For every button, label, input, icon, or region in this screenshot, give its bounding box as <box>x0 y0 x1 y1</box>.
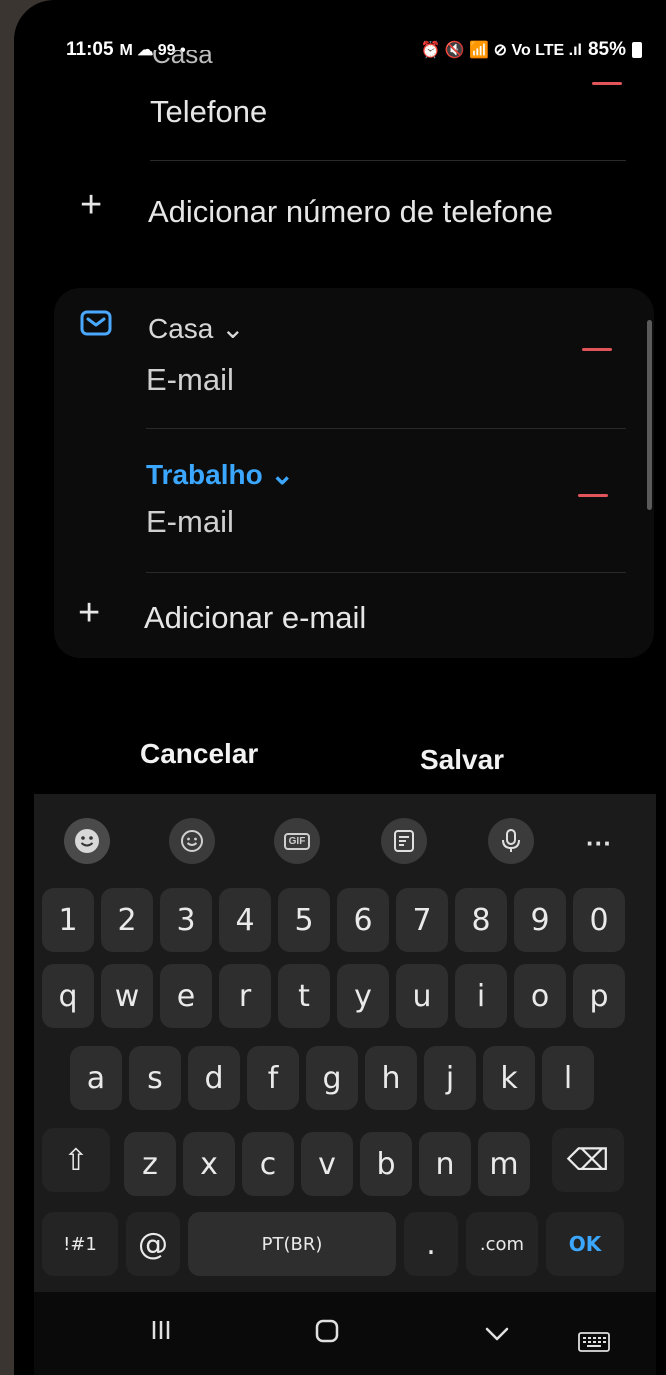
key-3[interactable]: 3 <box>160 888 212 952</box>
battery-icon <box>632 42 642 58</box>
emoji-icon[interactable] <box>64 818 110 864</box>
key-9[interactable]: 9 <box>514 888 566 952</box>
battery-percentage: 85% <box>587 39 626 60</box>
dotcom-key[interactable]: .com <box>466 1212 538 1276</box>
shift-key[interactable]: ⇧ <box>42 1128 110 1192</box>
key-5[interactable]: 5 <box>278 888 330 952</box>
key-y[interactable]: y <box>337 964 389 1028</box>
key-x[interactable]: x <box>183 1132 235 1196</box>
divider <box>146 428 626 429</box>
email-icon <box>80 310 112 341</box>
remove-email-trabalho-button[interactable] <box>578 494 608 497</box>
key-v[interactable]: v <box>301 1132 353 1196</box>
key-7[interactable]: 7 <box>396 888 448 952</box>
key-o[interactable]: o <box>514 964 566 1028</box>
key-8[interactable]: 8 <box>455 888 507 952</box>
phone-screen: 11:05 M ☁ 99 • ⏰ 🔇 📶 ⊘ Vo LTE .ıl 85% Ca… <box>14 0 666 1375</box>
key-u[interactable]: u <box>396 964 448 1028</box>
key-c[interactable]: c <box>242 1132 294 1196</box>
divider <box>150 160 626 161</box>
key-t[interactable]: t <box>278 964 330 1028</box>
key-w[interactable]: w <box>101 964 153 1028</box>
period-key[interactable]: . <box>404 1212 458 1276</box>
at-key[interactable]: @ <box>126 1212 180 1276</box>
system-icons: ⏰ 🔇 📶 ⊘ Vo LTE .ıl <box>420 42 582 59</box>
cancel-button[interactable]: Cancelar <box>140 738 258 770</box>
ok-key[interactable]: OK <box>546 1212 624 1276</box>
home-icon[interactable] <box>312 1316 342 1346</box>
key-1[interactable]: 1 <box>42 888 94 952</box>
key-k[interactable]: k <box>483 1046 535 1110</box>
email-input-trabalho[interactable]: E-mail <box>146 504 234 540</box>
key-h[interactable]: h <box>365 1046 417 1110</box>
sticker-icon[interactable] <box>169 818 215 864</box>
gif-icon[interactable]: GIF <box>274 818 320 864</box>
divider <box>146 572 626 573</box>
remove-email-casa-button[interactable] <box>582 348 612 351</box>
status-time: 11:05 <box>66 39 114 60</box>
save-button[interactable]: Salvar <box>420 744 504 776</box>
symbols-key[interactable]: !#1 <box>42 1212 118 1276</box>
key-a[interactable]: a <box>70 1046 122 1110</box>
key-0[interactable]: 0 <box>573 888 625 952</box>
key-l[interactable]: l <box>542 1046 594 1110</box>
key-n[interactable]: n <box>419 1132 471 1196</box>
add-email-button[interactable]: Adicionar e-mail <box>144 600 366 636</box>
phone-type-label[interactable]: Casa <box>152 50 213 72</box>
key-j[interactable]: j <box>424 1046 476 1110</box>
add-email-plus-icon[interactable]: + <box>78 592 100 635</box>
key-6[interactable]: 6 <box>337 888 389 952</box>
key-q[interactable]: q <box>42 964 94 1028</box>
key-r[interactable]: r <box>219 964 271 1028</box>
key-d[interactable]: d <box>188 1046 240 1110</box>
backspace-key[interactable]: ⌫ <box>552 1128 624 1192</box>
hide-keyboard-icon[interactable] <box>482 1322 512 1346</box>
email-type-dropdown-trabalho[interactable]: Trabalho ⌄ <box>146 458 294 491</box>
email-type-dropdown-casa[interactable]: Casa ⌄ <box>148 312 245 345</box>
key-s[interactable]: s <box>129 1046 181 1110</box>
more-options-button[interactable]: ··· <box>586 828 612 859</box>
key-z[interactable]: z <box>124 1132 176 1196</box>
key-b[interactable]: b <box>360 1132 412 1196</box>
clipboard-icon[interactable] <box>381 818 427 864</box>
keyboard-switch-icon[interactable] <box>576 1330 612 1354</box>
remove-phone-button[interactable] <box>592 82 622 85</box>
navigation-bar <box>34 1292 656 1375</box>
phone-input[interactable]: Telefone <box>150 94 267 130</box>
key-m[interactable]: m <box>478 1132 530 1196</box>
space-key[interactable]: PT(BR) <box>188 1212 396 1276</box>
recent-apps-icon[interactable] <box>146 1316 176 1344</box>
add-phone-button[interactable]: Adicionar número de telefone <box>148 194 553 230</box>
scrollbar[interactable] <box>647 320 652 510</box>
key-f[interactable]: f <box>247 1046 299 1110</box>
key-4[interactable]: 4 <box>219 888 271 952</box>
key-i[interactable]: i <box>455 964 507 1028</box>
key-e[interactable]: e <box>160 964 212 1028</box>
add-phone-plus-icon[interactable]: + <box>80 184 102 227</box>
key-g[interactable]: g <box>306 1046 358 1110</box>
key-p[interactable]: p <box>573 964 625 1028</box>
key-2[interactable]: 2 <box>101 888 153 952</box>
keyboard-toolbar <box>34 794 656 882</box>
gif-label: GIF <box>283 832 311 850</box>
email-input-casa[interactable]: E-mail <box>146 362 234 398</box>
microphone-icon[interactable] <box>488 818 534 864</box>
